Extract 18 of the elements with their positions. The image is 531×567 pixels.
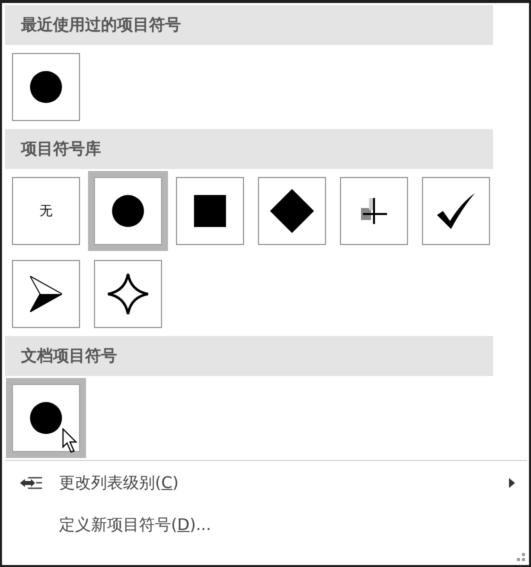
dot-icon xyxy=(29,401,63,435)
square-icon xyxy=(193,194,227,228)
resize-grip-icon xyxy=(517,553,525,561)
cursor-icon xyxy=(62,428,78,454)
bullet-tile[interactable] xyxy=(88,171,168,251)
dot-icon xyxy=(111,194,145,228)
cross-icon xyxy=(361,198,387,224)
section-header: 项目符号库 xyxy=(5,129,493,169)
dot-icon xyxy=(29,70,63,104)
section-header: 文档项目符号 xyxy=(5,336,493,376)
four-point-star-icon xyxy=(107,273,149,315)
check-icon xyxy=(437,193,475,229)
diamond-icon xyxy=(270,189,314,233)
bullet-tile[interactable] xyxy=(6,378,86,458)
menu-item[interactable]: 更改列表级别(C) xyxy=(5,463,529,503)
menu-item[interactable]: 定义新项目符号(D)... xyxy=(5,505,529,545)
arrowhead-icon xyxy=(30,276,62,312)
section-header: 最近使用过的项目符号 xyxy=(5,5,493,45)
